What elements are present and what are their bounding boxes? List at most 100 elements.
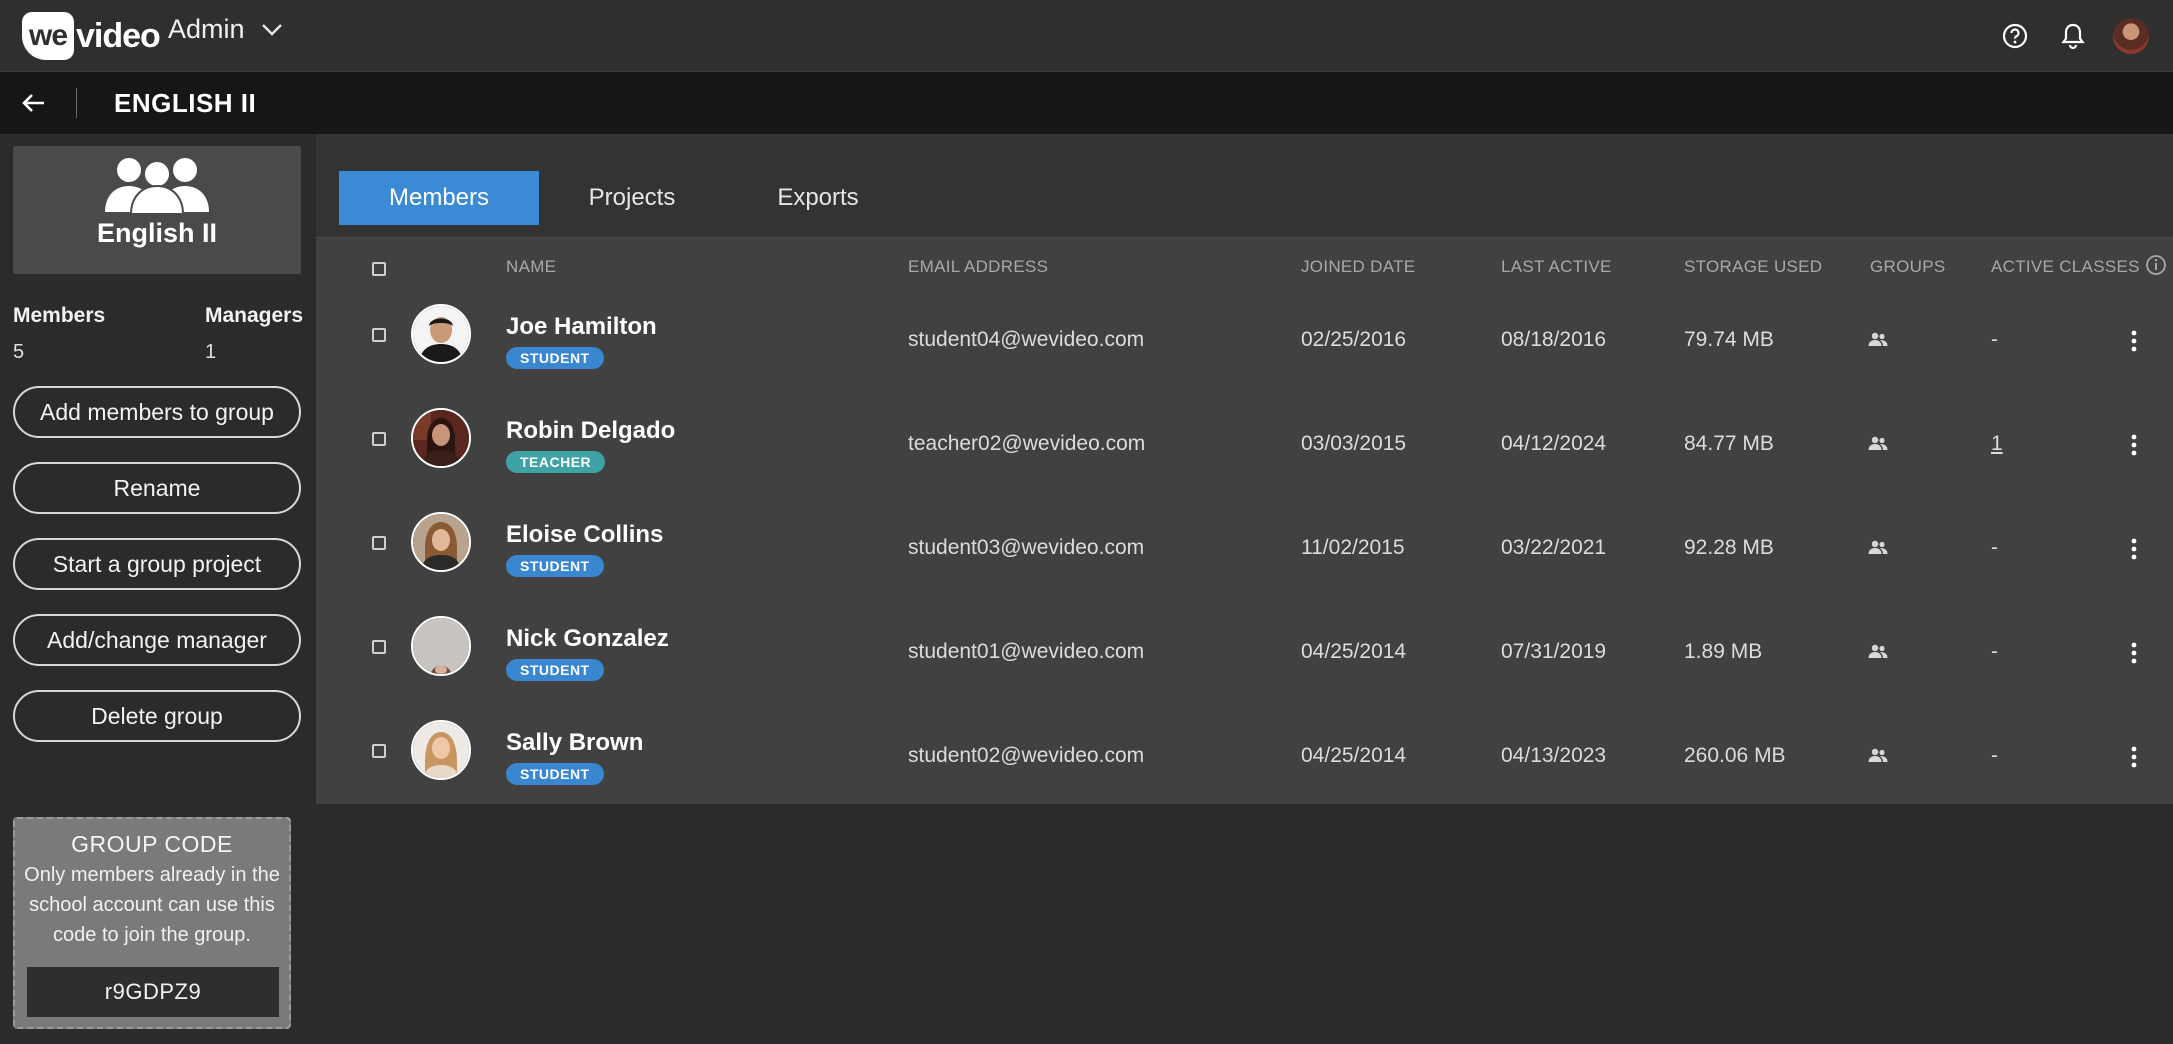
active-classes: - [1991, 328, 1998, 351]
tab-projects[interactable]: Projects [539, 171, 725, 225]
member-email: student02@wevideo.com [908, 744, 1145, 767]
row-checkbox[interactable] [372, 328, 386, 342]
groups-icon[interactable] [1866, 328, 1890, 352]
table-row[interactable]: Robin Delgado TEACHER teacher02@wevideo.… [316, 394, 2173, 498]
header-last-active[interactable]: LAST ACTIVE [1501, 257, 1612, 277]
managers-count: 1 [205, 341, 217, 363]
member-name[interactable]: Sally Brown [506, 729, 643, 757]
member-email: student04@wevideo.com [908, 328, 1145, 351]
more-options-icon[interactable] [2124, 534, 2144, 564]
sub-header: ENGLISH II [0, 72, 2173, 134]
row-checkbox[interactable] [372, 536, 386, 550]
main-content: Members Projects Exports NAME EMAIL ADDR… [316, 134, 2173, 1044]
member-email: teacher02@wevideo.com [908, 432, 1146, 455]
joined-date: 03/03/2015 [1301, 432, 1407, 455]
joined-date: 04/25/2014 [1301, 744, 1407, 767]
last-active: 04/12/2024 [1501, 432, 1607, 455]
header-groups: GROUPS [1870, 257, 1946, 276]
header-joined-date[interactable]: JOINED DATE [1301, 257, 1415, 277]
header-name[interactable]: NAME [506, 257, 556, 277]
role-badge: STUDENT [506, 659, 604, 681]
joined-date: 04/25/2014 [1301, 640, 1407, 663]
header-email[interactable]: EMAIL ADDRESS [908, 257, 1048, 277]
rename-button[interactable]: Rename [13, 462, 301, 514]
header-active-classes: ACTIVE CLASSES [1991, 257, 2140, 276]
group-code-title: GROUP CODE [71, 831, 233, 857]
members-table: NAME EMAIL ADDRESS JOINED DATE LAST ACTI… [316, 238, 2173, 804]
header-storage-used[interactable]: STORAGE USED [1684, 257, 1822, 277]
managers-label: Managers [205, 304, 304, 327]
sidebar: English II Members 5 Managers 1 Add memb… [0, 134, 314, 1044]
groups-icon[interactable] [1866, 432, 1890, 456]
storage-used: 84.77 MB [1684, 432, 1774, 455]
table-row[interactable]: Eloise Collins STUDENT student03@wevideo… [316, 498, 2173, 602]
page-title: ENGLISH II [114, 88, 257, 118]
member-avatar [411, 304, 471, 364]
tab-members[interactable]: Members [339, 171, 539, 225]
more-options-icon[interactable] [2124, 326, 2144, 356]
member-name[interactable]: Nick Gonzalez [506, 625, 669, 653]
group-name: English II [96, 218, 217, 248]
active-classes: - [1991, 640, 1998, 663]
member-name[interactable]: Eloise Collins [506, 521, 663, 549]
table-row[interactable]: Joe Hamilton STUDENT student04@wevideo.c… [316, 290, 2173, 394]
info-icon[interactable] [2145, 254, 2167, 276]
more-options-icon[interactable] [2124, 430, 2144, 460]
last-active: 04/13/2023 [1501, 744, 1607, 767]
back-arrow-icon[interactable] [18, 87, 50, 119]
add-members-button[interactable]: Add members to group [13, 386, 301, 438]
group-code-description: Only members already in the school accou… [24, 864, 280, 946]
chevron-down-icon [261, 23, 282, 36]
member-name[interactable]: Robin Delgado [506, 417, 675, 445]
row-checkbox[interactable] [372, 744, 386, 758]
table-row[interactable]: Sally Brown STUDENT student02@wevideo.co… [316, 706, 2173, 810]
role-badge: TEACHER [506, 451, 606, 473]
row-checkbox[interactable] [372, 432, 386, 446]
more-options-icon[interactable] [2124, 638, 2144, 668]
joined-date: 02/25/2016 [1301, 328, 1407, 351]
logo-we: we [22, 12, 74, 60]
admin-menu-label: Admin [168, 14, 245, 44]
member-email: student03@wevideo.com [908, 536, 1145, 559]
wevideo-logo[interactable]: we video [22, 12, 161, 60]
member-name[interactable]: Joe Hamilton [506, 313, 657, 341]
divider [76, 88, 77, 118]
last-active: 03/22/2021 [1501, 536, 1607, 559]
storage-used: 92.28 MB [1684, 536, 1774, 559]
help-icon[interactable] [1997, 18, 2033, 54]
group-code-box: GROUP CODE Only members already in the s… [13, 817, 291, 1029]
member-avatar [411, 512, 471, 572]
storage-used: 260.06 MB [1684, 744, 1786, 767]
role-badge: STUDENT [506, 347, 604, 369]
change-manager-button[interactable]: Add/change manager [13, 614, 301, 666]
group-code-value[interactable]: r9GDPZ9 [27, 967, 279, 1017]
groups-icon[interactable] [1866, 744, 1890, 768]
members-label: Members [13, 304, 106, 327]
select-all-checkbox[interactable] [372, 262, 386, 276]
storage-used: 79.74 MB [1684, 328, 1774, 351]
bell-icon[interactable] [2055, 18, 2091, 54]
member-avatar [411, 616, 471, 676]
member-avatar [411, 720, 471, 780]
storage-used: 1.89 MB [1684, 640, 1763, 663]
member-avatar [411, 408, 471, 468]
admin-menu[interactable]: Admin [168, 14, 283, 45]
top-bar: we video Admin [0, 0, 2173, 72]
active-classes: - [1991, 536, 1998, 559]
delete-group-button[interactable]: Delete group [13, 690, 301, 742]
role-badge: STUDENT [506, 763, 604, 785]
tab-bar: Members Projects Exports [316, 134, 2173, 238]
row-checkbox[interactable] [372, 640, 386, 654]
more-options-icon[interactable] [2124, 742, 2144, 772]
active-classes: - [1991, 744, 1998, 767]
start-group-project-button[interactable]: Start a group project [13, 538, 301, 590]
user-avatar[interactable] [2113, 18, 2149, 54]
joined-date: 11/02/2015 [1301, 536, 1405, 559]
active-classes-link[interactable]: 1 [1991, 432, 2003, 456]
table-row[interactable]: Nick Gonzalez STUDENT student01@wevideo.… [316, 602, 2173, 706]
top-icons [1975, 18, 2149, 54]
groups-icon[interactable] [1866, 640, 1890, 664]
groups-icon[interactable] [1866, 536, 1890, 560]
tab-exports[interactable]: Exports [725, 171, 911, 225]
members-count: 5 [13, 341, 25, 363]
